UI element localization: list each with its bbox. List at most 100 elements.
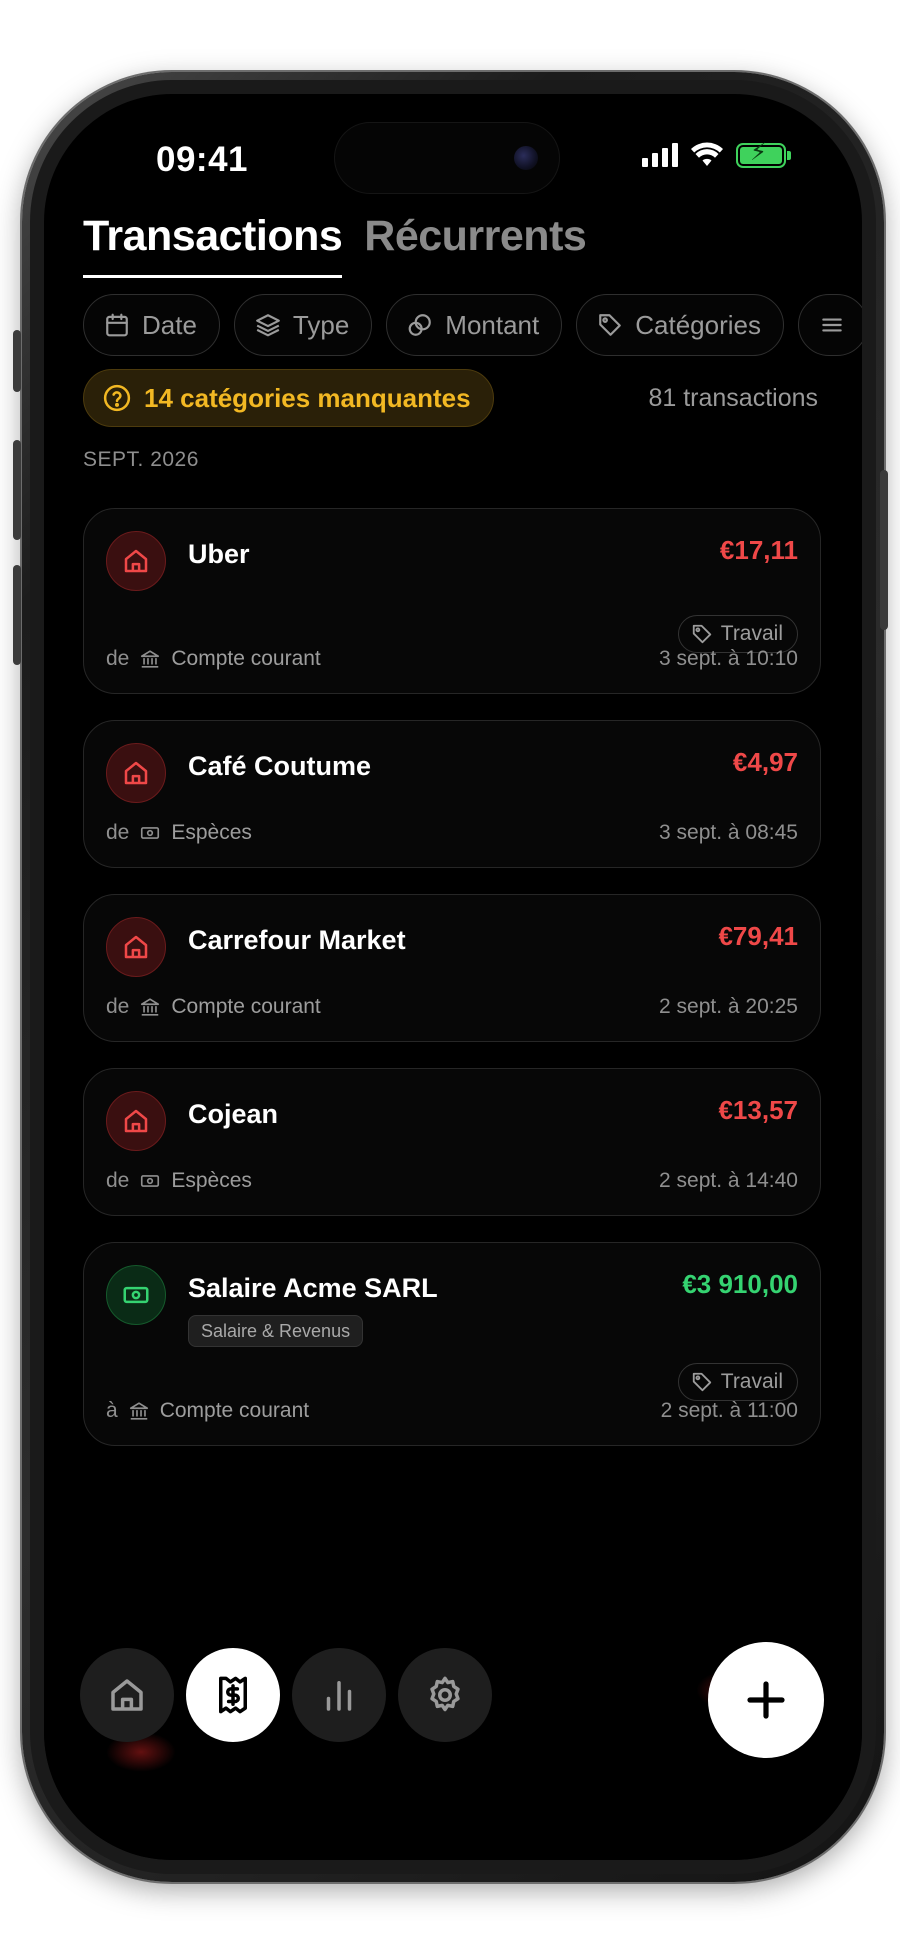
status-time: 09:41	[156, 140, 249, 179]
tab-bar: Transactions Récurrents	[83, 212, 587, 278]
tag-label: Travail	[720, 1370, 783, 1393]
transaction-card[interactable]: Cojean €13,57 de Espèces 2 sept. à 14:40	[83, 1068, 821, 1216]
account-prefix: de	[106, 647, 130, 670]
home-icon	[124, 935, 148, 959]
layers-icon	[256, 314, 280, 337]
bottom-nav	[80, 1648, 492, 1742]
bank-icon	[141, 650, 160, 668]
coins-icon	[408, 314, 432, 336]
nav-transactions-button[interactable]	[186, 1648, 280, 1742]
action-button	[13, 330, 21, 392]
home-icon	[124, 1109, 148, 1133]
category-avatar	[106, 743, 166, 803]
merchant-name: Cojean	[188, 1099, 279, 1129]
missing-categories-badge[interactable]: 14 catégories manquantes	[83, 369, 494, 427]
account-line: de Compte courant	[106, 995, 321, 1019]
account-prefix: de	[106, 995, 130, 1018]
category-avatar	[106, 1265, 166, 1325]
transaction-amount: €13,57	[718, 1095, 798, 1125]
volume-up-button	[13, 440, 21, 540]
app-screen: 09:41 ⚡ Transactions Récurrents Date Typ…	[44, 94, 862, 1860]
dynamic-island	[334, 122, 560, 194]
transaction-date: 2 sept. à 20:25	[659, 995, 798, 1018]
bank-icon	[129, 1402, 148, 1420]
cash-icon	[123, 1286, 149, 1304]
gear-icon	[430, 1676, 460, 1712]
home-icon	[111, 1679, 143, 1711]
category-pill: Salaire & Revenus	[188, 1315, 364, 1347]
sliders-icon	[822, 318, 842, 332]
tag-icon	[692, 1372, 711, 1392]
filter-categories-label: Catégories	[635, 309, 761, 340]
transaction-amount: €79,41	[718, 921, 798, 951]
category-avatar	[106, 917, 166, 977]
transaction-card[interactable]: Uber €17,11 Travail de Compte courant 3 …	[83, 508, 821, 694]
account-line: de Compte courant	[106, 647, 321, 671]
category-avatar	[106, 531, 166, 591]
transaction-card[interactable]: Carrefour Market €79,41 de Compte couran…	[83, 894, 821, 1042]
bank-icon	[141, 998, 160, 1016]
account-line: à Compte courant	[106, 1399, 309, 1423]
filter-amount-chip[interactable]: Montant	[386, 294, 563, 356]
receipt-icon	[219, 1676, 247, 1714]
add-transaction-button[interactable]	[708, 1642, 824, 1758]
account-name: Espèces	[171, 1169, 252, 1192]
nav-settings-button[interactable]	[398, 1648, 492, 1742]
tag-label: Travail	[720, 622, 783, 645]
transaction-card[interactable]: Café Coutume €4,97 de Espèces 3 sept. à …	[83, 720, 821, 868]
cash-icon	[141, 827, 160, 839]
tag-icon	[599, 314, 622, 336]
battery-charging-icon: ⚡	[736, 140, 791, 168]
transaction-card[interactable]: Salaire Acme SARL €3 910,00 Salaire & Re…	[83, 1242, 821, 1446]
home-icon	[124, 761, 148, 785]
account-name: Compte courant	[171, 647, 321, 670]
tab-recurrents[interactable]: Récurrents	[364, 212, 587, 278]
plus-icon	[747, 1681, 785, 1719]
calendar-icon	[106, 313, 128, 337]
filter-bar: Date Type Montant Catégories	[83, 294, 862, 356]
filter-type-chip[interactable]: Type	[233, 294, 373, 356]
month-header: SEPT. 2026	[83, 448, 199, 471]
nav-home-button[interactable]	[80, 1648, 174, 1742]
filter-date-label: Date	[142, 309, 197, 340]
filter-categories-chip[interactable]: Catégories	[576, 294, 784, 356]
transaction-amount: €17,11	[719, 535, 798, 565]
help-circle-icon	[103, 384, 131, 412]
tab-transactions[interactable]: Transactions	[83, 212, 343, 278]
tag-icon	[692, 624, 711, 644]
transaction-date: 3 sept. à 08:45	[659, 821, 798, 844]
filter-type-label: Type	[292, 309, 350, 340]
status-icons: ⚡	[642, 140, 791, 168]
account-prefix: de	[106, 821, 130, 844]
cash-icon	[141, 1175, 160, 1187]
transaction-date: 2 sept. à 14:40	[659, 1169, 798, 1192]
filter-more-chip[interactable]	[797, 294, 862, 356]
merchant-name: Uber	[188, 539, 250, 569]
wifi-icon	[691, 142, 723, 166]
cellular-signal-icon	[642, 143, 678, 167]
transaction-date: 3 sept. à 10:10	[659, 647, 798, 670]
tag-chip[interactable]: Travail	[677, 1363, 798, 1401]
transaction-amount: €3 910,00	[682, 1269, 798, 1299]
power-button	[880, 470, 888, 630]
missing-categories-label: 14 catégories manquantes	[144, 382, 471, 413]
filter-date-chip[interactable]: Date	[83, 294, 220, 356]
home-icon	[124, 549, 148, 573]
category-avatar	[106, 1091, 166, 1151]
volume-down-button	[13, 565, 21, 665]
bar-chart-icon	[326, 1681, 352, 1711]
merchant-name: Salaire Acme SARL	[188, 1273, 438, 1303]
merchant-name: Café Coutume	[188, 751, 372, 781]
account-name: Compte courant	[171, 995, 321, 1018]
filter-amount-label: Montant	[445, 309, 540, 340]
transactions-count: 81 transactions	[648, 384, 818, 412]
account-line: de Espèces	[106, 821, 252, 845]
account-line: de Espèces	[106, 1169, 252, 1193]
merchant-name: Carrefour Market	[188, 925, 406, 955]
account-name: Espèces	[171, 821, 252, 844]
account-prefix: à	[106, 1399, 118, 1422]
nav-stats-button[interactable]	[292, 1648, 386, 1742]
account-name: Compte courant	[159, 1399, 310, 1422]
transaction-date: 2 sept. à 11:00	[660, 1399, 798, 1422]
transaction-amount: €4,97	[732, 747, 798, 777]
